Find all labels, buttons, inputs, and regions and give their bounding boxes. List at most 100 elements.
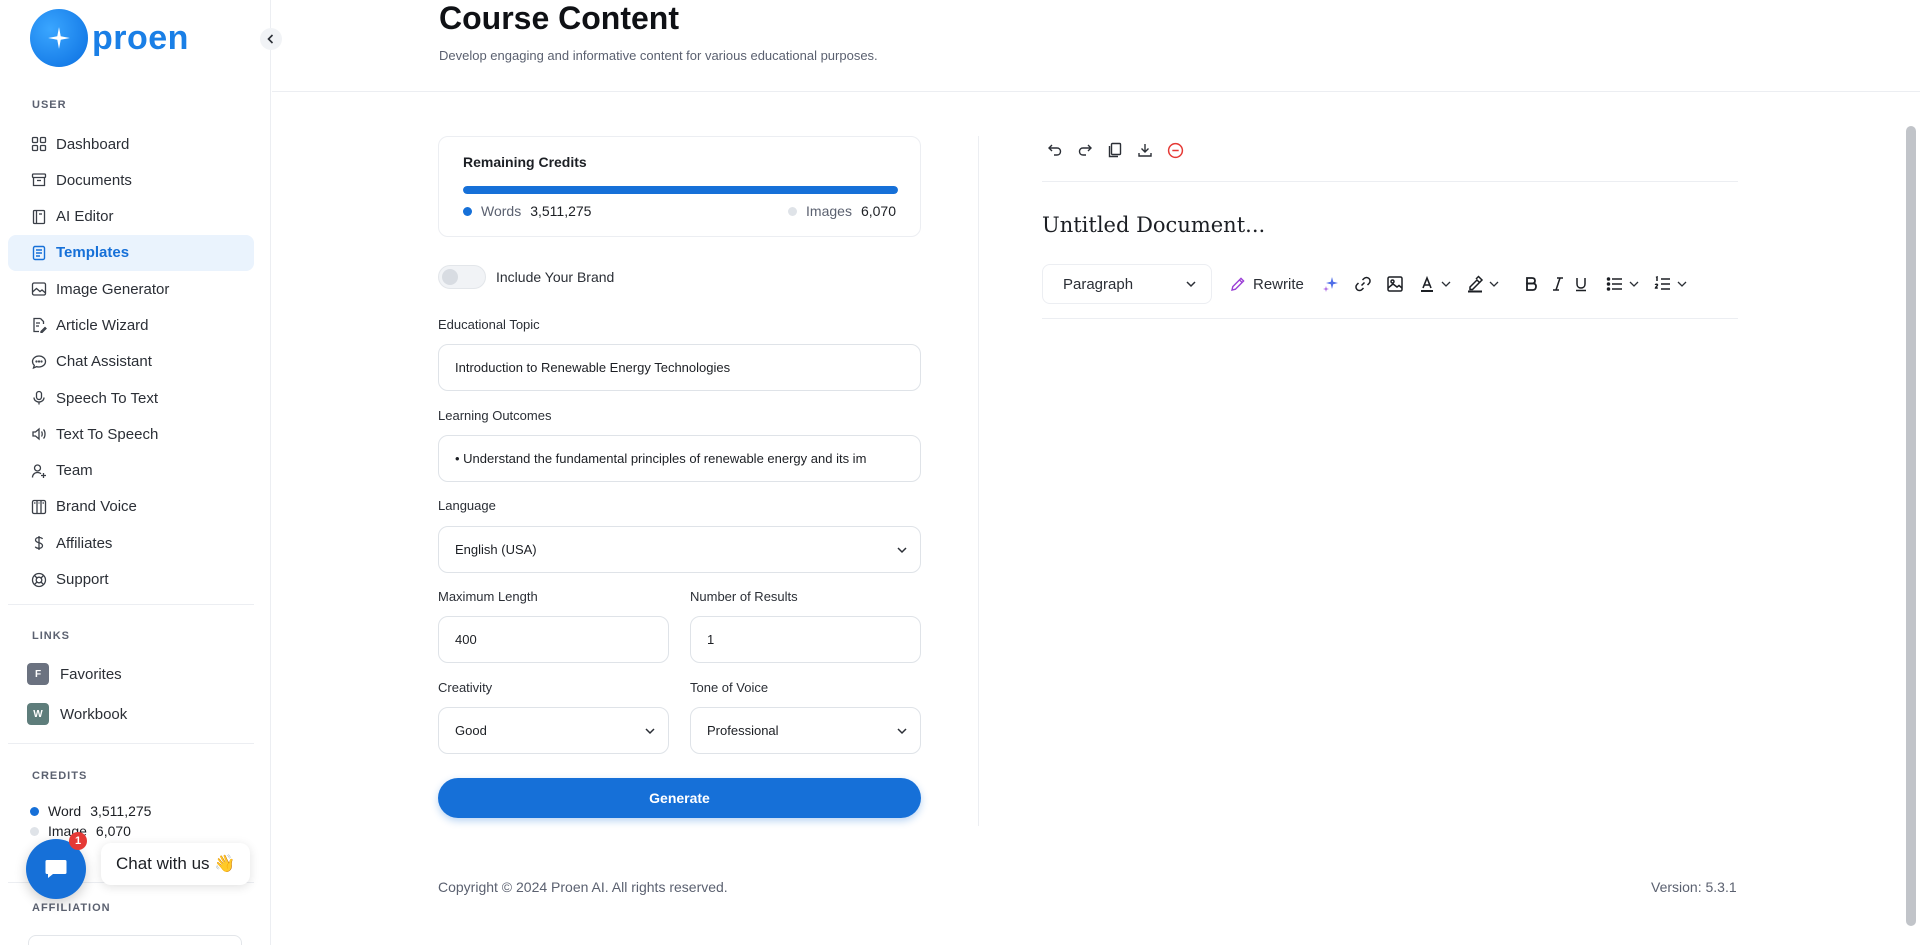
tone-select[interactable]: Professional	[690, 707, 921, 754]
sidebar-item-brand-voice[interactable]: Brand Voice	[8, 489, 254, 525]
rewrite-button[interactable]: Rewrite	[1230, 276, 1304, 293]
images-dot	[788, 206, 798, 216]
numbered-list-icon[interactable]	[1654, 276, 1688, 292]
sidebar-item-label: Text To Speech	[56, 425, 159, 443]
sidebar-item-team[interactable]: Team	[8, 453, 254, 489]
link-label: Workbook	[60, 705, 128, 723]
sidebar-item-chat-assistant[interactable]: Chat Assistant	[8, 344, 254, 380]
sidebar-item-support[interactable]: Support	[8, 562, 254, 598]
learning-outcomes-input[interactable]: • Understand the fundamental principles …	[438, 435, 921, 482]
underline-icon[interactable]	[1574, 276, 1588, 292]
toggle-knob	[442, 269, 458, 285]
sidebar-item-dashboard[interactable]: Dashboard	[8, 126, 254, 162]
page-scrollbar[interactable]	[1906, 126, 1916, 926]
credits-words-label: Words	[481, 203, 522, 219]
lifebuoy-icon	[31, 572, 47, 587]
link-badge: F	[27, 663, 49, 685]
language-label: Language	[438, 498, 496, 513]
sidebar-item-templates[interactable]: Templates	[8, 234, 254, 271]
link-icon[interactable]	[1354, 275, 1372, 293]
sidebar-item-article-wizard[interactable]: Article Wizard	[8, 307, 254, 343]
brand-name: proen	[92, 18, 189, 57]
sidebar-nav: Dashboard Documents AI Editor Templates …	[8, 126, 254, 598]
formatting-toolbar: Paragraph Rewrite	[1042, 262, 1738, 306]
sidebar-item-text-to-speech[interactable]: Text To Speech	[8, 416, 254, 452]
image-dot	[30, 826, 39, 836]
bold-icon[interactable]	[1524, 276, 1538, 292]
remaining-credits-title: Remaining Credits	[463, 154, 587, 170]
credits-images: Images 6,070	[788, 203, 896, 219]
tone-value: Professional	[707, 723, 779, 738]
credit-word-label: Word	[48, 803, 82, 819]
pencil-icon	[1231, 277, 1245, 291]
chevron-down-icon	[897, 547, 907, 554]
editor-actions-toolbar	[1045, 140, 1195, 160]
sidebar-item-documents[interactable]: Documents	[8, 162, 254, 198]
block-type-select[interactable]: Paragraph	[1042, 264, 1212, 304]
chat-with-us-prompt[interactable]: Chat with us 👋	[101, 843, 251, 885]
sidebar-item-label: Brand Voice	[56, 498, 137, 516]
section-label-credits: CREDITS	[32, 770, 88, 782]
language-select[interactable]: English (USA)	[438, 526, 921, 573]
num-results-label: Number of Results	[690, 589, 798, 604]
credits-progress-bar	[463, 186, 898, 194]
ai-sparkle-icon[interactable]	[1322, 275, 1340, 293]
text-color-icon[interactable]	[1418, 275, 1452, 293]
sidebar-item-affiliates[interactable]: Affiliates	[8, 525, 254, 561]
download-icon[interactable]	[1135, 140, 1155, 160]
credits-words: Words 3,511,275	[463, 203, 591, 219]
highlight-icon[interactable]	[1466, 275, 1500, 293]
collapse-sidebar-button[interactable]	[260, 28, 282, 50]
speaker-icon	[32, 427, 46, 441]
logo[interactable]: proen	[30, 9, 189, 67]
sparkle-icon	[30, 9, 88, 67]
generate-button[interactable]: Generate	[438, 778, 921, 818]
sidebar: proen USER Dashboard Documents AI Editor…	[0, 0, 271, 945]
include-brand-label: Include Your Brand	[496, 269, 615, 285]
microphone-icon	[33, 390, 45, 405]
chevron-down-icon	[1441, 281, 1451, 287]
sidebar-item-label: Dashboard	[56, 135, 130, 153]
credit-image-value: 6,070	[95, 823, 131, 839]
delete-icon[interactable]	[1165, 140, 1185, 160]
italic-icon[interactable]	[1552, 276, 1564, 292]
creativity-value: Good	[455, 723, 487, 738]
educational-topic-label: Educational Topic	[438, 317, 540, 332]
redo-icon[interactable]	[1075, 140, 1095, 160]
sidebar-item-image-generator[interactable]: Image Generator	[8, 271, 254, 307]
chevron-down-icon	[1489, 281, 1499, 287]
bullet-list-icon[interactable]	[1606, 276, 1640, 292]
file-edit-icon	[33, 318, 47, 334]
words-dot	[463, 206, 472, 216]
include-brand-row: Include Your Brand	[438, 265, 614, 289]
sidebar-item-label: Affiliates	[56, 534, 113, 552]
credits-progress-fill	[463, 186, 898, 194]
document-title[interactable]: Untitled Document...	[1042, 213, 1265, 237]
creativity-select[interactable]: Good	[438, 707, 669, 754]
num-results-input[interactable]: 1	[690, 616, 921, 663]
link-workbook[interactable]: W Workbook	[27, 703, 127, 725]
max-length-input[interactable]: 400	[438, 616, 669, 663]
educational-topic-input[interactable]: Introduction to Renewable Energy Technol…	[438, 344, 921, 391]
divider	[8, 604, 254, 605]
tone-label: Tone of Voice	[690, 680, 769, 695]
sidebar-item-ai-editor[interactable]: AI Editor	[8, 199, 254, 235]
sidebar-item-label: Chat Assistant	[56, 353, 152, 371]
credits-images-label: Images	[806, 203, 852, 219]
copy-icon[interactable]	[1105, 140, 1125, 160]
sidebar-item-speech-to-text[interactable]: Speech To Text	[8, 380, 254, 416]
link-favorites[interactable]: F Favorites	[27, 663, 122, 685]
credit-word-row: Word 3,511,275	[30, 803, 151, 819]
section-label-affiliation: AFFILIATION	[32, 902, 111, 914]
rewrite-label: Rewrite	[1253, 275, 1304, 293]
include-brand-toggle[interactable]	[438, 265, 486, 289]
remaining-credits-card: Remaining Credits Words 3,511,275 Images…	[438, 136, 921, 237]
block-type-value: Paragraph	[1063, 275, 1134, 293]
sidebar-item-label: Support	[56, 571, 109, 589]
link-badge: W	[27, 703, 49, 725]
grid-icon	[31, 136, 47, 152]
book-icon	[32, 209, 46, 224]
sidebar-item-label: Team	[56, 462, 93, 480]
undo-icon[interactable]	[1045, 140, 1065, 160]
insert-image-icon[interactable]	[1386, 275, 1404, 293]
